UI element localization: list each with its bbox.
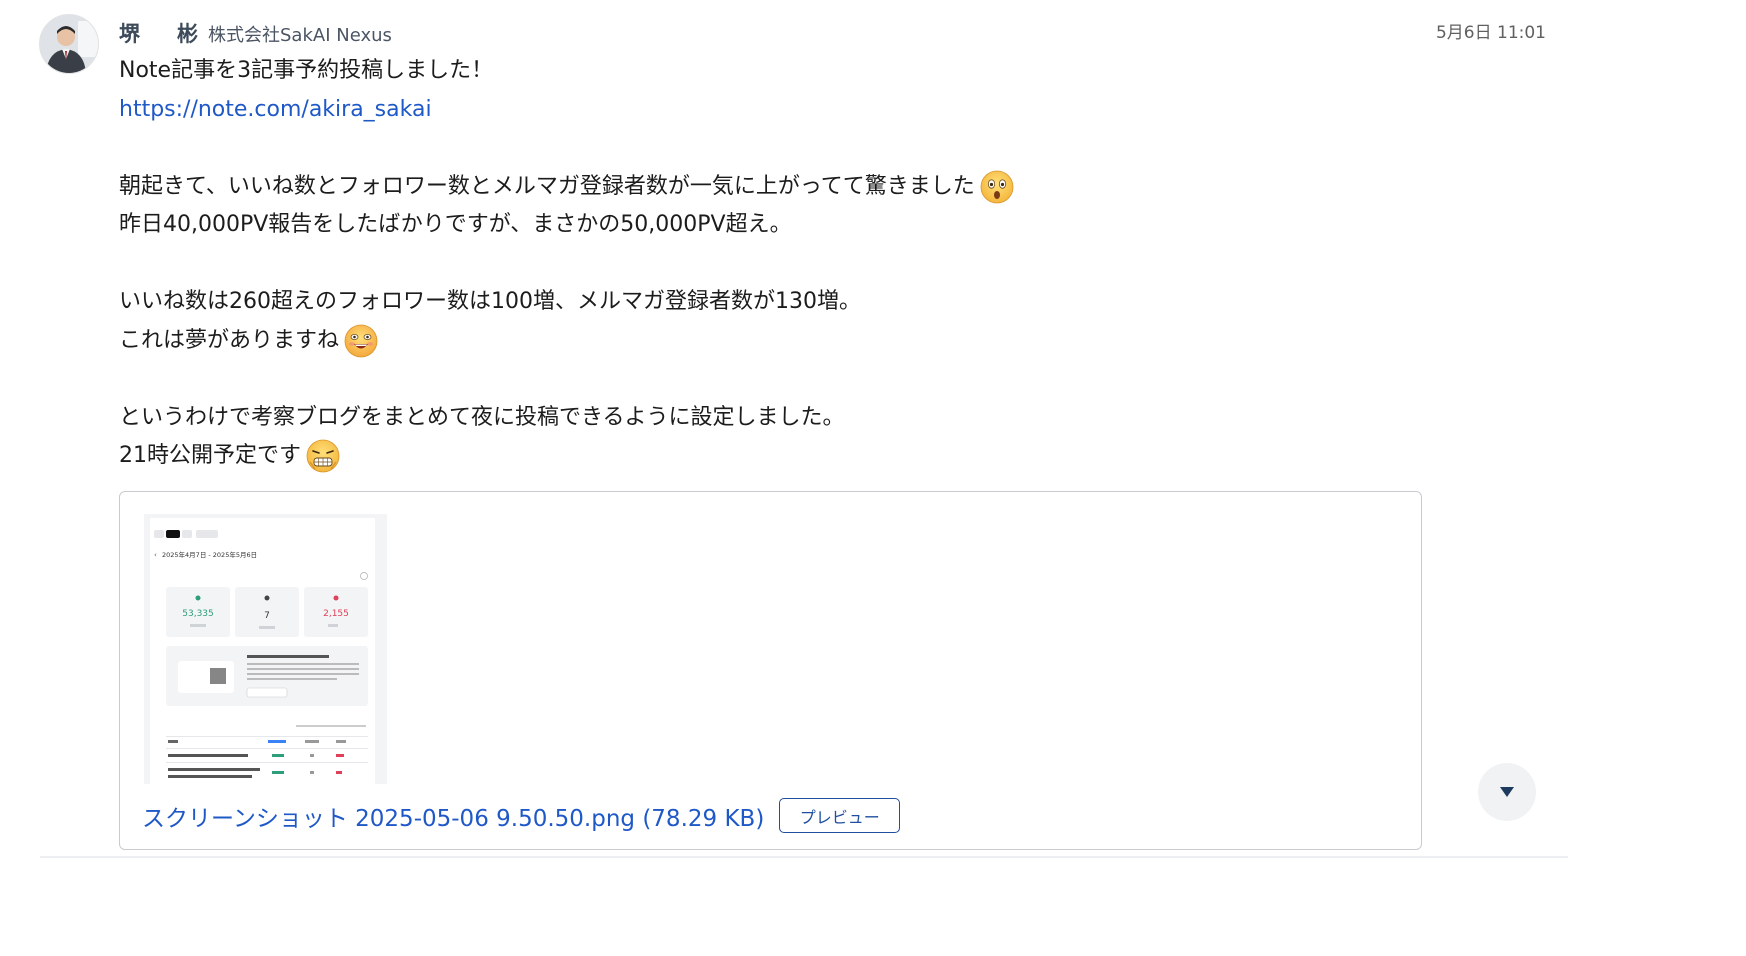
preview-button[interactable]: プレビュー xyxy=(779,798,901,833)
divider xyxy=(40,856,1568,858)
file-attachment[interactable]: ‹ 2025年4月7日 - 2025年5月6日 53,335 7 2,155 ス… xyxy=(119,491,1422,850)
message-line: 21時公開予定です xyxy=(119,437,1439,476)
attachment-thumbnail[interactable]: ‹ 2025年4月7日 - 2025年5月6日 53,335 7 2,155 xyxy=(144,514,387,784)
attachment-file-name[interactable]: スクリーンショット 2025-05-06 9.50.50.png (78.29 … xyxy=(142,799,764,833)
author-company: 株式会社SakAI Nexus xyxy=(208,25,392,46)
grimacing-face-icon xyxy=(306,439,340,473)
svg-text:‹: ‹ xyxy=(154,551,157,559)
attachment-file-row: スクリーンショット 2025-05-06 9.50.50.png (78.29 … xyxy=(142,798,901,833)
note-link[interactable]: https://note.com/akira_sakai xyxy=(119,91,432,130)
scroll-down-button[interactable] xyxy=(1478,763,1536,821)
message-line: 朝起きて、いいね数とフォロワー数とメルマガ登録者数が一気に上がってて驚きました xyxy=(119,168,1439,207)
post-header: 堺 彬 株式会社SakAI Nexus xyxy=(119,18,392,48)
message-post: 堺 彬 株式会社SakAI Nexus 5月6日 11:01 Note記事を3記… xyxy=(0,0,1568,859)
message-line: Note記事を3記事予約投稿しました！ xyxy=(119,58,494,83)
message-line: いいね数は260超えのフォロワー数は100増、メルマガ登録者数が130増。 xyxy=(119,289,861,314)
thumb-stat-views: 53,335 xyxy=(182,609,214,619)
message-text: これは夢がありますね xyxy=(119,327,340,353)
thumb-stat-comments: 7 xyxy=(264,611,270,621)
author-name[interactable]: 堺 彬 xyxy=(119,18,206,48)
avatar[interactable] xyxy=(39,14,99,74)
grinning-face-icon xyxy=(344,324,378,358)
message-line: 昨日40,000PV報告をしたばかりですが、まさかの50,000PV超え。 xyxy=(119,212,792,237)
message-text: 21時公開予定です xyxy=(119,443,301,468)
message-line-link: https://note.com/akira_sakai xyxy=(119,91,1439,130)
timestamp[interactable]: 5月6日 11:01 xyxy=(1436,18,1546,43)
thumb-date-range: 2025年4月7日 - 2025年5月6日 xyxy=(162,550,257,559)
thumbnail-content: ‹ 2025年4月7日 - 2025年5月6日 53,335 7 2,155 xyxy=(150,518,375,784)
message-body: Note記事を3記事予約投稿しました！ https://note.com/aki… xyxy=(119,52,1439,476)
message-line: これは夢がありますね xyxy=(119,322,1439,361)
astonished-face-icon xyxy=(980,170,1014,204)
caret-down-icon xyxy=(1500,787,1514,797)
message-line: というわけで考察ブログをまとめて夜に投稿できるように設定しました。 xyxy=(119,404,845,430)
message-text: 朝起きて、いいね数とフォロワー数とメルマガ登録者数が一気に上がってて驚きました xyxy=(119,173,975,199)
thumb-stat-likes: 2,155 xyxy=(323,609,349,619)
